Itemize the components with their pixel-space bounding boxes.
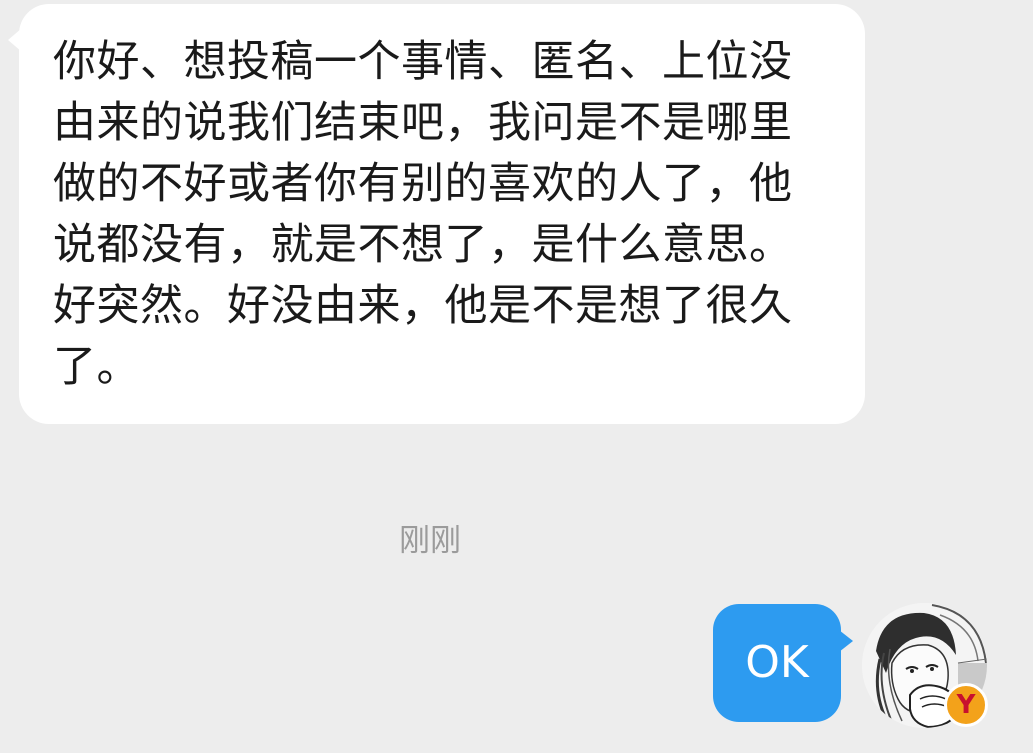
incoming-message-text: 你好、想投稿一个事情、匿名、上位没由来的说我们结束吧，我问是不是哪里做的不好或者…: [53, 37, 793, 392]
message-timestamp: 刚刚: [399, 523, 461, 559]
outgoing-message-text: OK: [745, 637, 809, 688]
avatar-badge: Y: [944, 683, 988, 727]
bubble-tail: [8, 28, 22, 52]
outgoing-message-bubble[interactable]: OK: [713, 604, 853, 722]
incoming-message-bubble[interactable]: 你好、想投稿一个事情、匿名、上位没由来的说我们结束吧，我问是不是哪里做的不好或者…: [8, 4, 865, 424]
bubble-tail: [839, 630, 853, 652]
